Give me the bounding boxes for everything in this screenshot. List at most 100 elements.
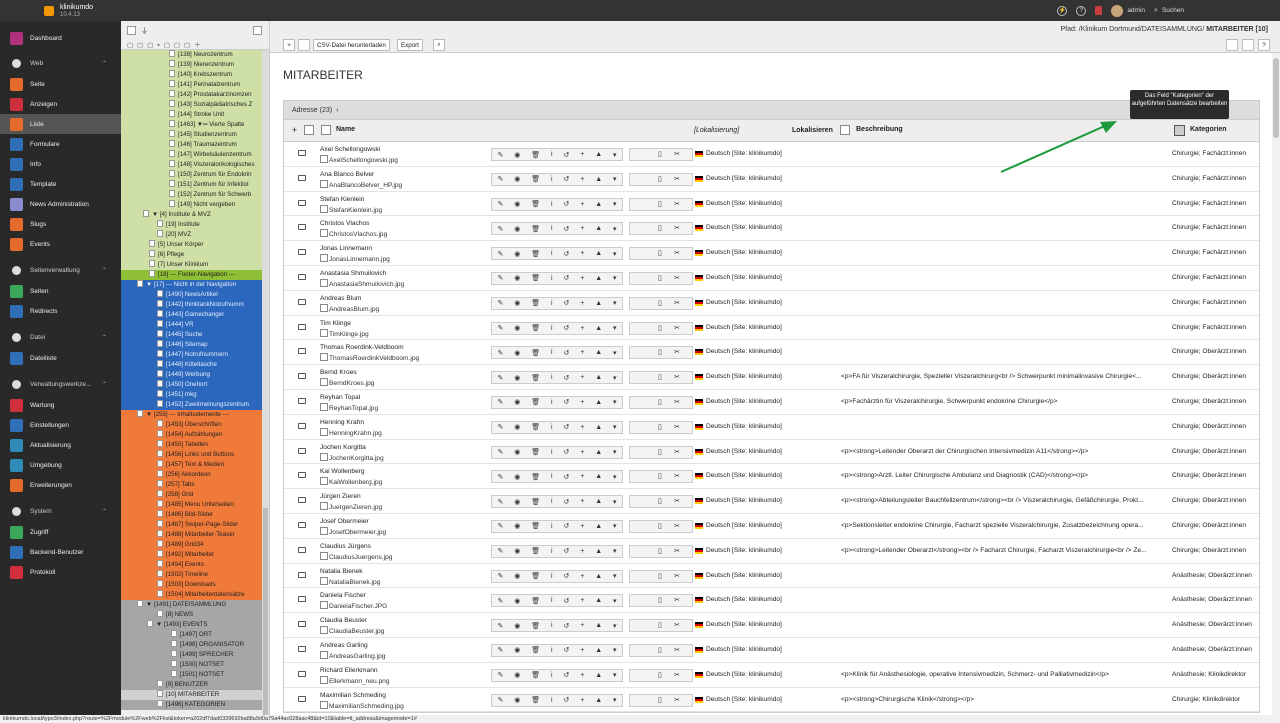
record-name[interactable]: Daniela Fischer <box>320 592 366 600</box>
view-icon[interactable]: ◉ <box>514 299 520 307</box>
delete-icon[interactable]: 🗑 <box>531 696 540 704</box>
tree-node[interactable]: [1442] thinktankNotrufnumm <box>121 300 263 310</box>
chevron-up-icon[interactable]: ⌃ <box>102 60 107 67</box>
edit-icon[interactable]: ✎ <box>497 349 503 357</box>
delete-icon[interactable]: 🗑 <box>531 151 540 159</box>
chevron-up-icon[interactable]: ⌃ <box>102 381 107 388</box>
module-item[interactable]: Anzeigen <box>0 94 121 114</box>
cut-icon[interactable]: ✂ <box>674 596 680 604</box>
delete-icon[interactable]: 🗑 <box>531 349 540 357</box>
table-row[interactable]: Claudius Jürgens ClaudiusJuergens.jpg ✎ ◉ 🗑 i… <box>284 539 1259 564</box>
view-icon[interactable]: ◉ <box>514 225 520 233</box>
new-after-icon[interactable]: + <box>580 374 584 381</box>
tree-node[interactable]: [1443] Gamechanger <box>121 310 263 320</box>
info-icon[interactable]: i <box>551 473 553 480</box>
new-after-icon[interactable]: + <box>580 548 584 555</box>
delete-icon[interactable]: 🗑 <box>531 597 540 605</box>
history-icon[interactable]: ↺ <box>563 423 569 431</box>
module-item[interactable]: Formulare <box>0 134 121 154</box>
history-icon[interactable]: ↺ <box>563 225 569 233</box>
address-record-icon[interactable] <box>298 621 306 628</box>
tree-node[interactable]: [6] Pflege <box>121 250 263 260</box>
module-item[interactable]: Zugriff <box>0 522 121 542</box>
tree-node[interactable]: [151] Zentrum für Infektiol <box>121 180 263 190</box>
history-icon[interactable]: ↺ <box>563 250 569 258</box>
info-icon[interactable]: i <box>551 647 553 654</box>
address-record-icon[interactable] <box>298 397 306 404</box>
col-beschreibung[interactable]: Beschreibung <box>856 126 903 133</box>
more-icon[interactable]: ▾ <box>613 547 617 555</box>
tree-node[interactable]: [1445] Suche <box>121 330 263 340</box>
cut-icon[interactable]: ✂ <box>674 671 680 679</box>
more-icon[interactable]: ▾ <box>613 696 617 704</box>
cut-icon[interactable]: ✂ <box>674 522 680 530</box>
funnel-icon[interactable]: ⏚ <box>141 26 150 35</box>
history-icon[interactable]: ↺ <box>563 200 569 208</box>
history-icon[interactable]: ↺ <box>563 324 569 332</box>
help-button[interactable]: ? <box>1258 39 1270 51</box>
view-icon[interactable]: ◉ <box>514 572 520 580</box>
move-up-icon[interactable]: ▲ <box>595 622 602 629</box>
table-row[interactable]: Tim Klinge TimKlinge.jpg ✎ ◉ 🗑 i ↺ + ▲ ▾ ▯ ✂ Deutsch… <box>284 316 1259 341</box>
info-icon[interactable]: i <box>551 201 553 208</box>
move-up-icon[interactable]: ▲ <box>595 548 602 555</box>
module-item[interactable]: Liste <box>0 114 121 134</box>
edit-icon[interactable]: ✎ <box>497 646 503 654</box>
view-icon[interactable]: ◉ <box>514 274 520 282</box>
edit-icon[interactable]: ✎ <box>497 597 503 605</box>
tree-node[interactable]: [18] --- Footer-Navigation --- <box>121 270 263 280</box>
view-icon[interactable]: ◉ <box>514 597 520 605</box>
chevron-up-icon[interactable]: ⌃ <box>102 267 107 274</box>
tree-node[interactable]: [10] MITARBEITER <box>121 690 263 700</box>
more-icon[interactable]: ▾ <box>613 423 617 431</box>
tree-node[interactable]: [1500] NOTSET <box>121 660 263 670</box>
clipboard-icon[interactable] <box>298 39 310 51</box>
copy-icon[interactable]: ▯ <box>658 646 662 654</box>
info-icon[interactable]: i <box>551 424 553 431</box>
more-icon[interactable]: ▾ <box>613 225 617 233</box>
more-icon[interactable]: ▾ <box>613 250 617 258</box>
move-up-icon[interactable]: ▲ <box>595 300 602 307</box>
address-record-icon[interactable] <box>298 645 306 652</box>
address-record-icon[interactable] <box>298 174 306 181</box>
new-after-icon[interactable]: + <box>580 647 584 654</box>
tree-node[interactable]: [140] Krebszentrum <box>121 70 263 80</box>
address-record-icon[interactable] <box>298 670 306 677</box>
move-up-icon[interactable]: ▲ <box>595 647 602 654</box>
tree-node[interactable]: [256] Akkordeon <box>121 470 263 480</box>
cut-icon[interactable]: ✂ <box>674 249 680 257</box>
module-item[interactable]: Protokoll <box>0 562 121 582</box>
new-after-icon[interactable]: + <box>580 597 584 604</box>
new-after-icon[interactable]: + <box>580 349 584 356</box>
table-row[interactable]: Andreas Blum AndreasBlum.jpg ✎ ◉ 🗑 i ↺ + ▲ ▾ ▯ ✂ Deu… <box>284 291 1259 316</box>
address-record-icon[interactable] <box>298 348 306 355</box>
table-row[interactable]: Jürgen Zieren JuergenZieren.jpg ✎ ◉ 🗑 i ↺ + ▲ ▾ ▯ ✂… <box>284 489 1259 514</box>
move-up-icon[interactable]: ▲ <box>595 523 602 530</box>
record-name[interactable]: Thomas Roerdink-Veldboom <box>320 344 404 352</box>
history-icon[interactable]: ↺ <box>563 299 569 307</box>
tree-node[interactable]: [148] Viszeralonkologisches <box>121 160 263 170</box>
record-name[interactable]: Andreas Blum <box>320 295 361 303</box>
cut-icon[interactable]: ✂ <box>674 224 680 232</box>
module-item[interactable]: Seite <box>0 74 121 94</box>
history-icon[interactable]: ↺ <box>563 151 569 159</box>
move-up-icon[interactable]: ▲ <box>595 424 602 431</box>
more-icon[interactable]: ▾ <box>613 522 617 530</box>
record-name[interactable]: Jonas Linnemann <box>320 245 372 253</box>
module-item[interactable]: Redirects <box>0 301 121 321</box>
edit-icon[interactable]: ✎ <box>497 671 503 679</box>
tree-node[interactable]: [7] Unser Klinikum <box>121 260 263 270</box>
edit-columns-icon[interactable] <box>304 125 314 135</box>
edit-icon[interactable]: ✎ <box>497 696 503 704</box>
new-after-icon[interactable]: + <box>580 672 584 679</box>
tree-node[interactable]: [1463] ▼═ Vierte Spalte <box>121 120 263 130</box>
cut-icon[interactable]: ✂ <box>674 299 680 307</box>
record-name[interactable]: Stefan Kienlein <box>320 196 364 204</box>
record-name[interactable]: Jürgen Zieren <box>320 493 361 501</box>
tree-node[interactable]: [1453] Überschriften <box>121 420 263 430</box>
view-icon[interactable]: ◉ <box>514 374 520 382</box>
info-icon[interactable]: i <box>551 176 553 183</box>
copy-icon[interactable]: ▯ <box>658 621 662 629</box>
module-item[interactable]: Info <box>0 154 121 174</box>
tree-node[interactable]: [1447] Notrufnummern <box>121 350 263 360</box>
